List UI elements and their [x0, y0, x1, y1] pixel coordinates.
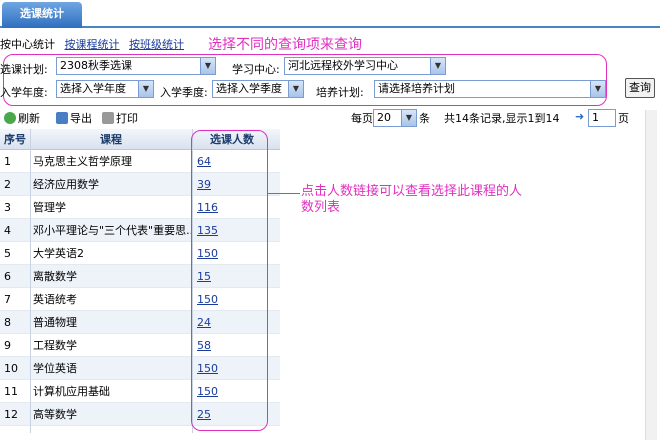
course-name: 普通物理: [33, 316, 77, 329]
printer-icon: [102, 112, 114, 124]
chevron-down-icon: ▼: [590, 81, 605, 97]
refresh-label: 刷新: [18, 112, 40, 125]
course-name: 工程数学: [33, 339, 77, 352]
course-name: 高等数学: [33, 408, 77, 421]
column-divider: [30, 129, 31, 433]
per-page-unit: 条: [419, 112, 430, 125]
row-number: 12: [4, 408, 18, 421]
season-label: 入学季度:: [160, 86, 208, 99]
year-select-value: 选择入学年度: [60, 82, 126, 95]
row-number: 9: [4, 339, 11, 352]
chevron-down-icon: ▼: [288, 81, 303, 97]
refresh-button[interactable]: 刷新: [4, 110, 40, 126]
next-page-icon[interactable]: ➜: [575, 110, 584, 123]
row-number: 5: [4, 247, 11, 260]
annotation-count-note: 点击人数链接可以查看选择此课程的人数列表: [301, 184, 523, 215]
season-select[interactable]: 选择入学季度 ▼: [212, 80, 304, 98]
count-highlight-box: [191, 130, 268, 431]
chevron-down-icon: ▼: [138, 81, 153, 97]
row-number: 3: [4, 201, 11, 214]
course-name: 离散数学: [33, 270, 77, 283]
tab-bar: 选课统计: [0, 0, 660, 28]
chevron-down-icon: ▼: [200, 58, 215, 74]
annotation-filter-note: 选择不同的查询项来查询: [208, 37, 362, 53]
refresh-icon: [4, 112, 16, 124]
tab-course-stats[interactable]: 选课统计: [2, 2, 82, 28]
training-select[interactable]: 请选择培养计划 ▼: [374, 80, 606, 98]
per-page-value: 20: [377, 111, 391, 124]
scrollbar[interactable]: [645, 110, 657, 440]
row-number: 7: [4, 293, 11, 306]
plan-select[interactable]: 2308秋季选课 ▼: [56, 57, 216, 75]
per-page-label: 每页: [351, 112, 373, 125]
chevron-down-icon: ▼: [430, 58, 445, 74]
course-name: 学位英语: [33, 362, 77, 375]
link-by-class[interactable]: 按班级统计: [129, 38, 184, 51]
toolbar: 刷新 导出 打印 每页 20 ▼ 条 共14条记录,显示1到14 ➜ 1 页: [0, 108, 660, 128]
print-label: 打印: [116, 112, 138, 125]
page-unit: 页: [618, 112, 629, 125]
row-number: 10: [4, 362, 18, 375]
row-number: 11: [4, 385, 18, 398]
course-name: 管理学: [33, 201, 66, 214]
per-page-select[interactable]: 20 ▼: [373, 109, 417, 127]
annotation-connector: [268, 193, 300, 194]
link-by-center[interactable]: 按中心统计: [0, 38, 55, 51]
page-input-value: 1: [592, 111, 599, 124]
row-number: 6: [4, 270, 11, 283]
export-icon: [56, 112, 68, 124]
course-name: 马克思主义哲学原理: [33, 155, 132, 168]
course-name: 邓小平理论与"三个代表"重要思...: [33, 224, 193, 237]
course-name: 经济应用数学: [33, 178, 99, 191]
stat-mode-links: 按中心统计 按课程统计 按班级统计: [0, 36, 190, 52]
row-number: 8: [4, 316, 11, 329]
page-input[interactable]: 1: [588, 109, 616, 127]
export-label: 导出: [70, 112, 92, 125]
header-course[interactable]: 课程: [31, 129, 191, 150]
plan-label: 选课计划:: [0, 63, 48, 76]
export-button[interactable]: 导出: [56, 110, 92, 126]
year-select[interactable]: 选择入学年度 ▼: [56, 80, 154, 98]
center-label: 学习中心:: [232, 63, 280, 76]
course-name: 英语统考: [33, 293, 77, 306]
course-name: 计算机应用基础: [33, 385, 110, 398]
row-number: 2: [4, 178, 11, 191]
course-name: 大学英语2: [33, 247, 84, 260]
training-select-value: 请选择培养计划: [378, 82, 455, 95]
plan-select-value: 2308秋季选课: [60, 59, 132, 72]
header-no[interactable]: 序号: [0, 129, 30, 150]
season-select-value: 选择入学季度: [216, 82, 282, 95]
center-select[interactable]: 河北远程校外学习中心 ▼: [284, 57, 446, 75]
query-button[interactable]: 查询: [625, 78, 655, 98]
chevron-down-icon: ▼: [401, 110, 416, 126]
row-number: 4: [4, 224, 11, 237]
print-button[interactable]: 打印: [102, 110, 138, 126]
record-summary: 共14条记录,显示1到14: [444, 112, 560, 125]
link-by-course[interactable]: 按课程统计: [65, 38, 120, 51]
year-label: 入学年度:: [0, 86, 48, 99]
center-select-value: 河北远程校外学习中心: [288, 59, 398, 72]
row-number: 1: [4, 155, 11, 168]
training-label: 培养计划:: [316, 86, 364, 99]
